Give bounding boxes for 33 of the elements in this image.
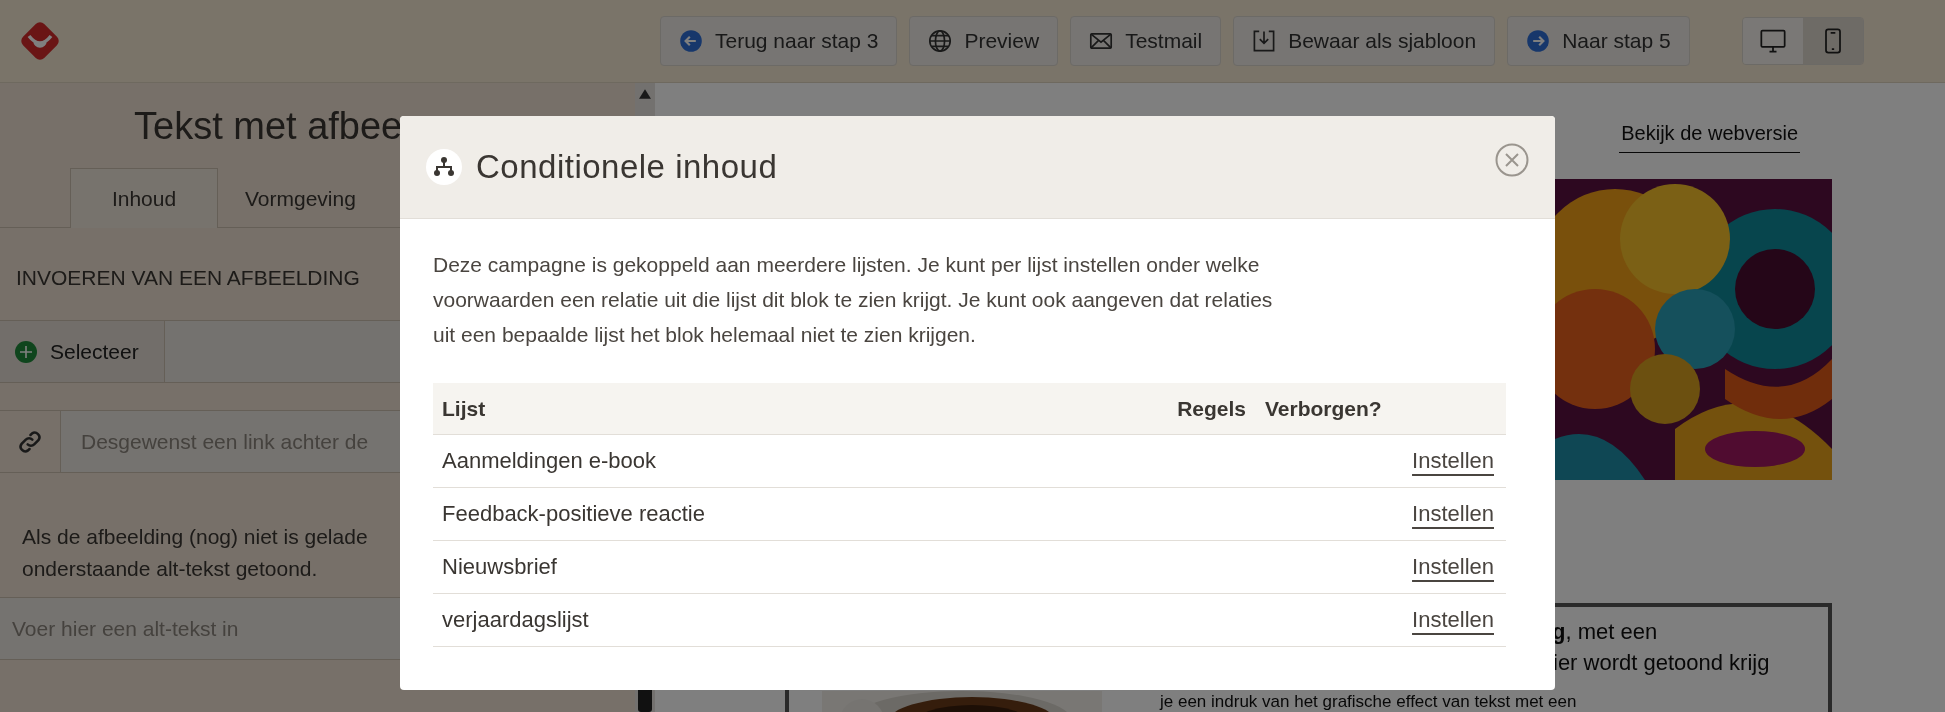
configure-link[interactable]: Instellen [1412, 501, 1494, 526]
dialog-description: Deze campagne is gekoppeld aan meerdere lijsten. Je kunt per lijst instellen onder welke voorwaarden een relatie uit die lijst dit blok te zien krijgt. Je kunt ook aangeven dat relaties uit een bepaalde lijst het blok helemaal niet te zien krijgen. [433, 252, 1274, 348]
scroll-up-icon[interactable] [639, 89, 651, 99]
download-icon [1252, 29, 1277, 53]
tab[interactable]: Vormgeving [218, 168, 383, 228]
tab[interactable]: Inhoud [70, 168, 218, 228]
configure-link[interactable]: Instellen [1412, 554, 1494, 579]
select-button[interactable]: Selecteer [0, 321, 165, 382]
configure-link[interactable]: Instellen [1412, 448, 1494, 473]
configure-link[interactable]: Instellen [1412, 607, 1494, 632]
globe-icon [928, 29, 953, 53]
plus-icon [14, 339, 38, 364]
dialog-title: Conditionele inhoud [476, 148, 779, 186]
mobile-view-button[interactable] [1802, 18, 1863, 64]
toolbar-button[interactable]: Terug naar stap 3 [660, 16, 898, 66]
toolbar-button[interactable]: Testmail [1070, 16, 1222, 66]
column-header: Regels [1176, 396, 1246, 421]
table-cell-text: Feedback-positieve reactie [441, 501, 706, 527]
info-text: Als de afbeelding (nog) niet is gelade onderstaande alt-tekst getoond. [22, 524, 368, 582]
hierarchy-icon [426, 149, 462, 185]
toolbar-button[interactable]: Naar stap 5 [1507, 16, 1690, 66]
section-label: INVOEREN VAN EEN AFBEELDING [16, 266, 360, 290]
desktop-view-button[interactable] [1742, 18, 1803, 64]
table-cell-text: Nieuwsbrief [441, 554, 558, 580]
toolbar-button[interactable]: Preview [909, 16, 1059, 66]
block-title: Tekst met afbee [134, 105, 404, 148]
close-icon[interactable] [1495, 143, 1529, 177]
monitor-icon [1758, 27, 1787, 55]
table-cell-text: verjaardagslijst [441, 607, 590, 633]
web-version-link[interactable]: Bekijk de webversie [1619, 119, 1800, 153]
column-header: Verborgen? [1264, 396, 1383, 421]
toolbar-button[interactable]: Bewaar als sjabloon [1233, 16, 1496, 66]
text-line: je een indruk van het grafische effect van tekst met een [1160, 692, 1577, 712]
